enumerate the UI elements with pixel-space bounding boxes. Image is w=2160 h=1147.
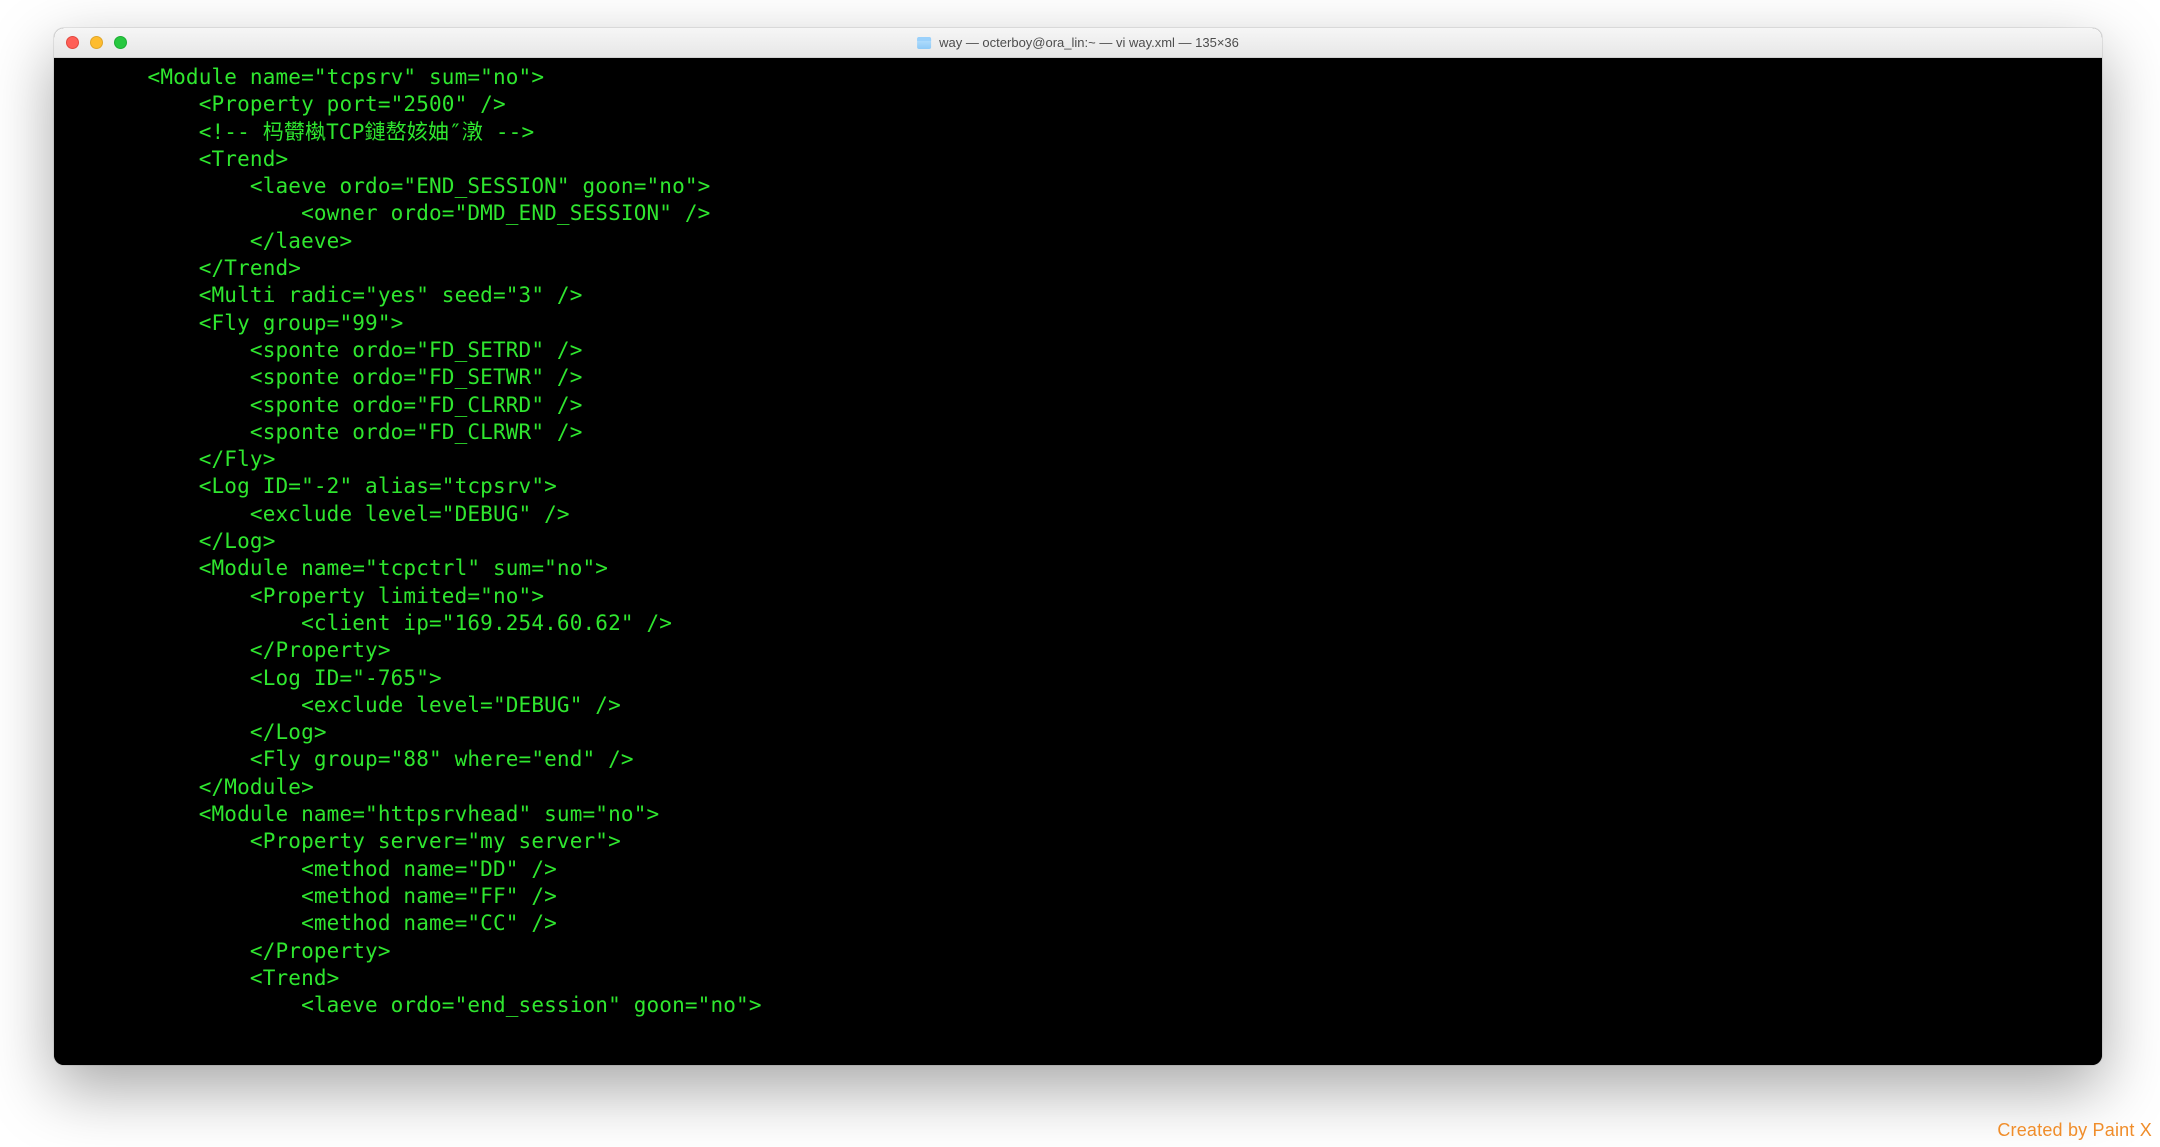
window-title: way — octerboy@ora_lin:~ — vi way.xml — …	[939, 35, 1239, 50]
zoom-button[interactable]	[114, 36, 127, 49]
traffic-lights	[66, 36, 127, 49]
titlebar: way — octerboy@ora_lin:~ — vi way.xml — …	[54, 28, 2102, 58]
terminal-window: way — octerboy@ora_lin:~ — vi way.xml — …	[54, 28, 2102, 1065]
terminal-content: <Module name="tcpsrv" sum="no"> <Propert…	[58, 64, 2102, 1019]
window-title-container: way — octerboy@ora_lin:~ — vi way.xml — …	[917, 35, 1239, 50]
folder-icon	[917, 37, 931, 49]
watermark: Created by Paint X	[1997, 1120, 2152, 1141]
close-button[interactable]	[66, 36, 79, 49]
terminal-viewport[interactable]: <Module name="tcpsrv" sum="no"> <Propert…	[54, 58, 2102, 1065]
minimize-button[interactable]	[90, 36, 103, 49]
